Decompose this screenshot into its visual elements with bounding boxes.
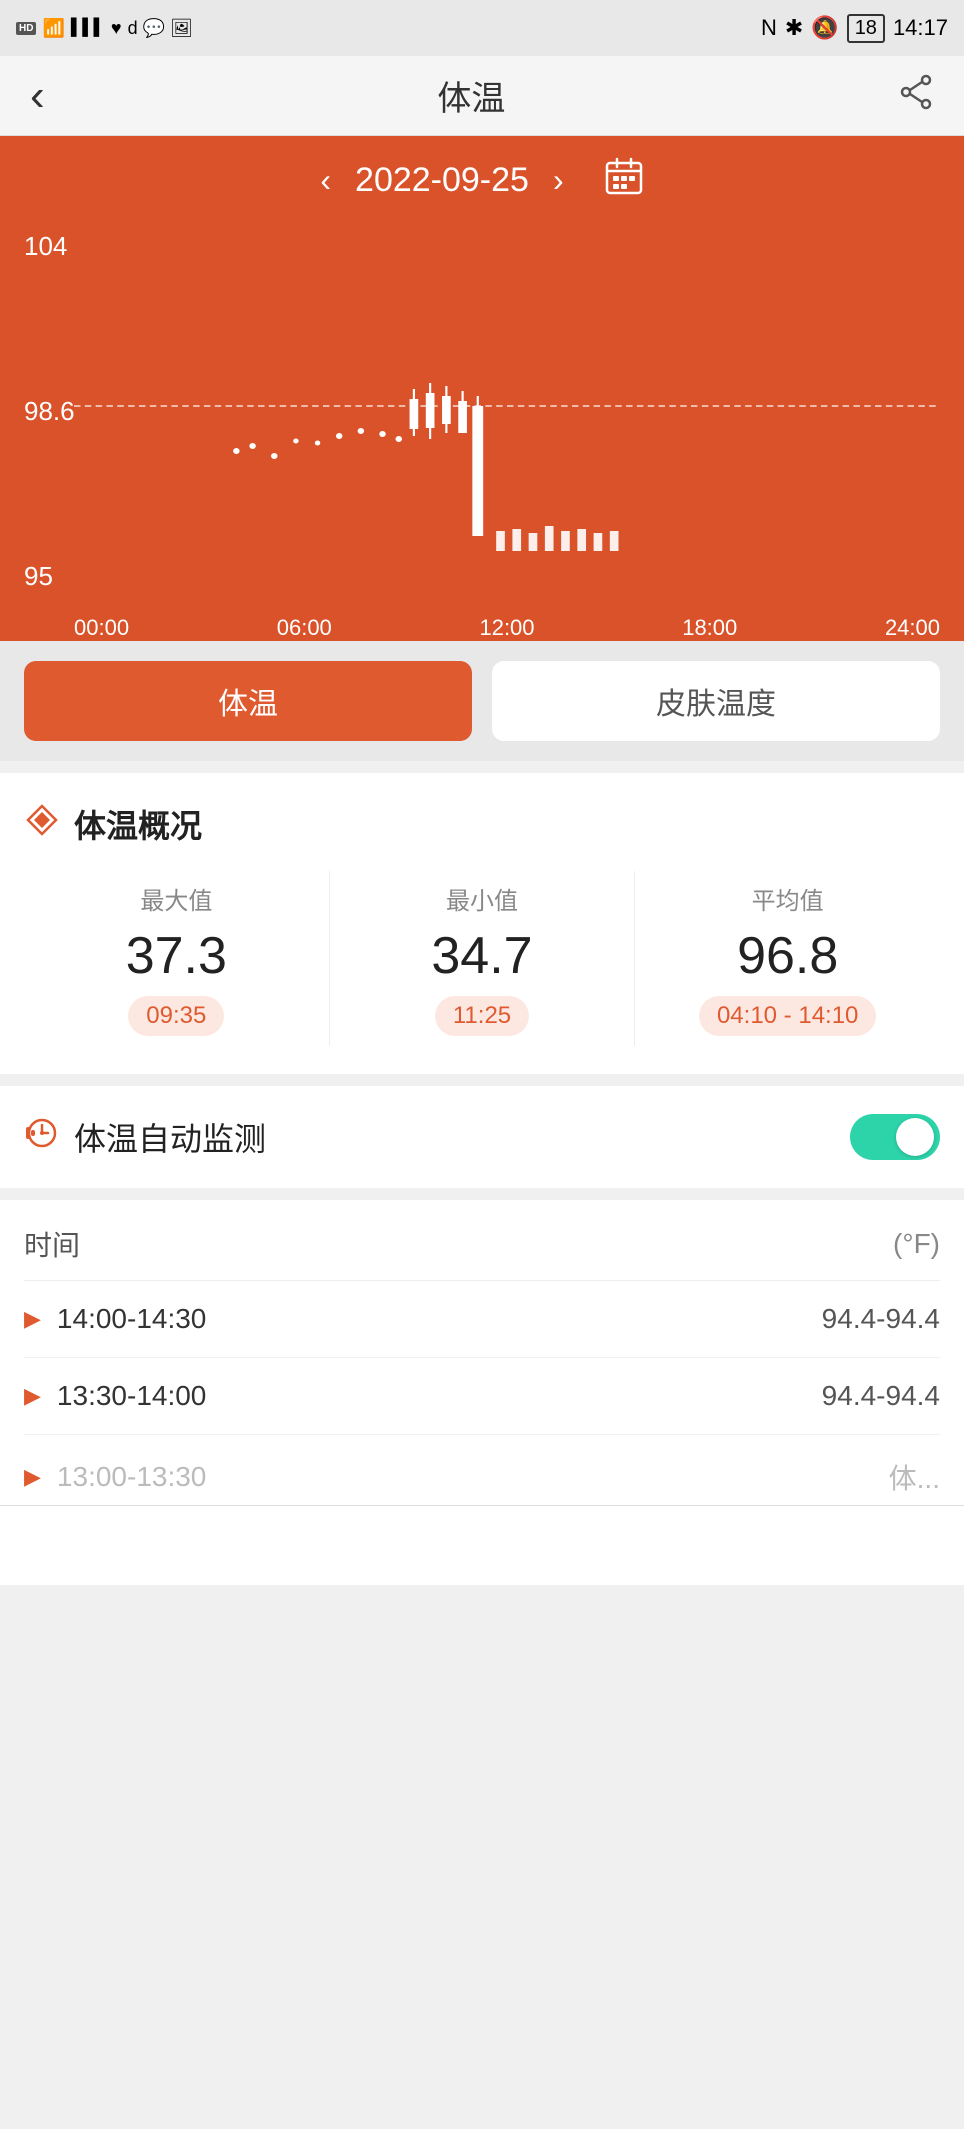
- monitor-section: 体温自动监测: [0, 1086, 964, 1188]
- signal-icons: ▌▌▌: [71, 19, 105, 37]
- x-label-0000: 00:00: [74, 615, 129, 641]
- x-label-2400: 24:00: [885, 615, 940, 641]
- chart-section: ‹ 2022-09-25 › 104 98.6 95: [0, 136, 964, 641]
- record-time: 14:00-14:30: [57, 1303, 206, 1335]
- auto-monitor-toggle[interactable]: [850, 1114, 940, 1160]
- x-label-0600: 06:00: [277, 615, 332, 641]
- play-icon: ▶: [24, 1464, 41, 1490]
- chart-y-label-95: 95: [24, 561, 53, 592]
- app-icons: d 💬 🖼: [128, 18, 193, 39]
- stat-avg-value: 96.8: [737, 926, 838, 986]
- battery-level: 18: [847, 14, 885, 43]
- chart-y-label-986: 98.6: [24, 396, 75, 427]
- chart-y-label-104: 104: [24, 231, 67, 262]
- stat-max-time: 09:35: [128, 996, 224, 1036]
- x-label-1200: 12:00: [479, 615, 534, 641]
- record-left: ▶ 13:00-13:30: [24, 1461, 206, 1493]
- monitor-title: 体温自动监测: [74, 1114, 266, 1160]
- mute-icon: 🔕: [811, 15, 838, 41]
- stat-min-value: 34.7: [431, 926, 532, 986]
- overview-section: 体温概况 最大值 37.3 09:35 最小值 34.7 11:25 平均值 9…: [0, 773, 964, 1074]
- date-next-button[interactable]: ›: [553, 162, 564, 199]
- overview-header: 体温概况: [24, 801, 940, 847]
- date-prev-button[interactable]: ‹: [320, 162, 331, 199]
- nfc-icon: N: [761, 15, 777, 41]
- health-icon: ♥: [111, 18, 122, 39]
- top-nav: ‹ 体温: [0, 56, 964, 136]
- bottom-spacer: [0, 1505, 964, 1585]
- stat-avg: 平均值 96.8 04:10 - 14:10: [635, 871, 940, 1046]
- record-left: ▶ 14:00-14:30: [24, 1303, 206, 1335]
- overview-icon: [24, 802, 60, 846]
- bluetooth-icon: ✱: [785, 15, 803, 41]
- stat-max-value: 37.3: [126, 926, 227, 986]
- stat-min-label: 最小值: [446, 881, 518, 916]
- page-title: 体温: [437, 71, 505, 120]
- play-icon: ▶: [24, 1383, 41, 1409]
- share-button[interactable]: [898, 74, 934, 118]
- stat-min-time: 11:25: [435, 996, 529, 1036]
- record-item[interactable]: ▶ 14:00-14:30 94.4-94.4: [24, 1281, 940, 1358]
- record-item[interactable]: ▶ 13:00-13:30 体...: [24, 1435, 940, 1505]
- record-time: 13:00-13:30: [57, 1461, 206, 1493]
- x-label-1800: 18:00: [682, 615, 737, 641]
- monitor-left: 体温自动监测: [24, 1114, 266, 1160]
- stat-max: 最大值 37.3 09:35: [24, 871, 330, 1046]
- record-time: 13:30-14:00: [57, 1380, 206, 1412]
- records-header: 时间 (°F): [24, 1200, 940, 1281]
- back-button[interactable]: ‹: [30, 71, 45, 121]
- chart-date: 2022-09-25: [355, 161, 529, 200]
- monitor-icon: [24, 1115, 60, 1159]
- status-right: N ✱ 🔕 18 14:17: [761, 14, 948, 43]
- stat-min: 最小值 34.7 11:25: [330, 871, 636, 1046]
- chart-container: 104 98.6 95: [24, 221, 940, 641]
- play-icon: ▶: [24, 1306, 41, 1332]
- stat-max-label: 最大值: [140, 881, 212, 916]
- stats-row: 最大值 37.3 09:35 最小值 34.7 11:25 平均值 96.8 0…: [24, 871, 940, 1046]
- record-value: 94.4-94.4: [822, 1380, 940, 1412]
- stat-avg-time: 04:10 - 14:10: [699, 996, 876, 1036]
- records-header-unit: (°F): [893, 1228, 940, 1260]
- chart-svg: [74, 221, 940, 601]
- date-header: ‹ 2022-09-25 ›: [24, 156, 940, 205]
- chart-x-labels: 00:00 06:00 12:00 18:00 24:00: [74, 615, 940, 641]
- tab-section: 体温 皮肤温度: [0, 641, 964, 761]
- status-left: HD 📶 ▌▌▌ ♥ d 💬 🖼: [16, 18, 193, 39]
- clock: 14:17: [893, 15, 948, 41]
- status-bar: HD 📶 ▌▌▌ ♥ d 💬 🖼 N ✱ 🔕 18 14:17: [0, 0, 964, 56]
- records-header-time: 时间: [24, 1224, 80, 1264]
- tab-skin-temp[interactable]: 皮肤温度: [492, 661, 940, 741]
- overview-title: 体温概况: [74, 801, 202, 847]
- record-left: ▶ 13:30-14:00: [24, 1380, 206, 1412]
- tab-body-temp[interactable]: 体温: [24, 661, 472, 741]
- hd-badge: HD: [16, 22, 36, 35]
- stat-avg-label: 平均值: [752, 881, 824, 916]
- record-value: 94.4-94.4: [822, 1303, 940, 1335]
- network-icons: 📶: [42, 18, 64, 39]
- record-value: 体...: [889, 1457, 940, 1497]
- calendar-icon[interactable]: [604, 156, 644, 205]
- record-item[interactable]: ▶ 13:30-14:00 94.4-94.4: [24, 1358, 940, 1435]
- records-section: 时间 (°F) ▶ 14:00-14:30 94.4-94.4 ▶ 13:30-…: [0, 1200, 964, 1505]
